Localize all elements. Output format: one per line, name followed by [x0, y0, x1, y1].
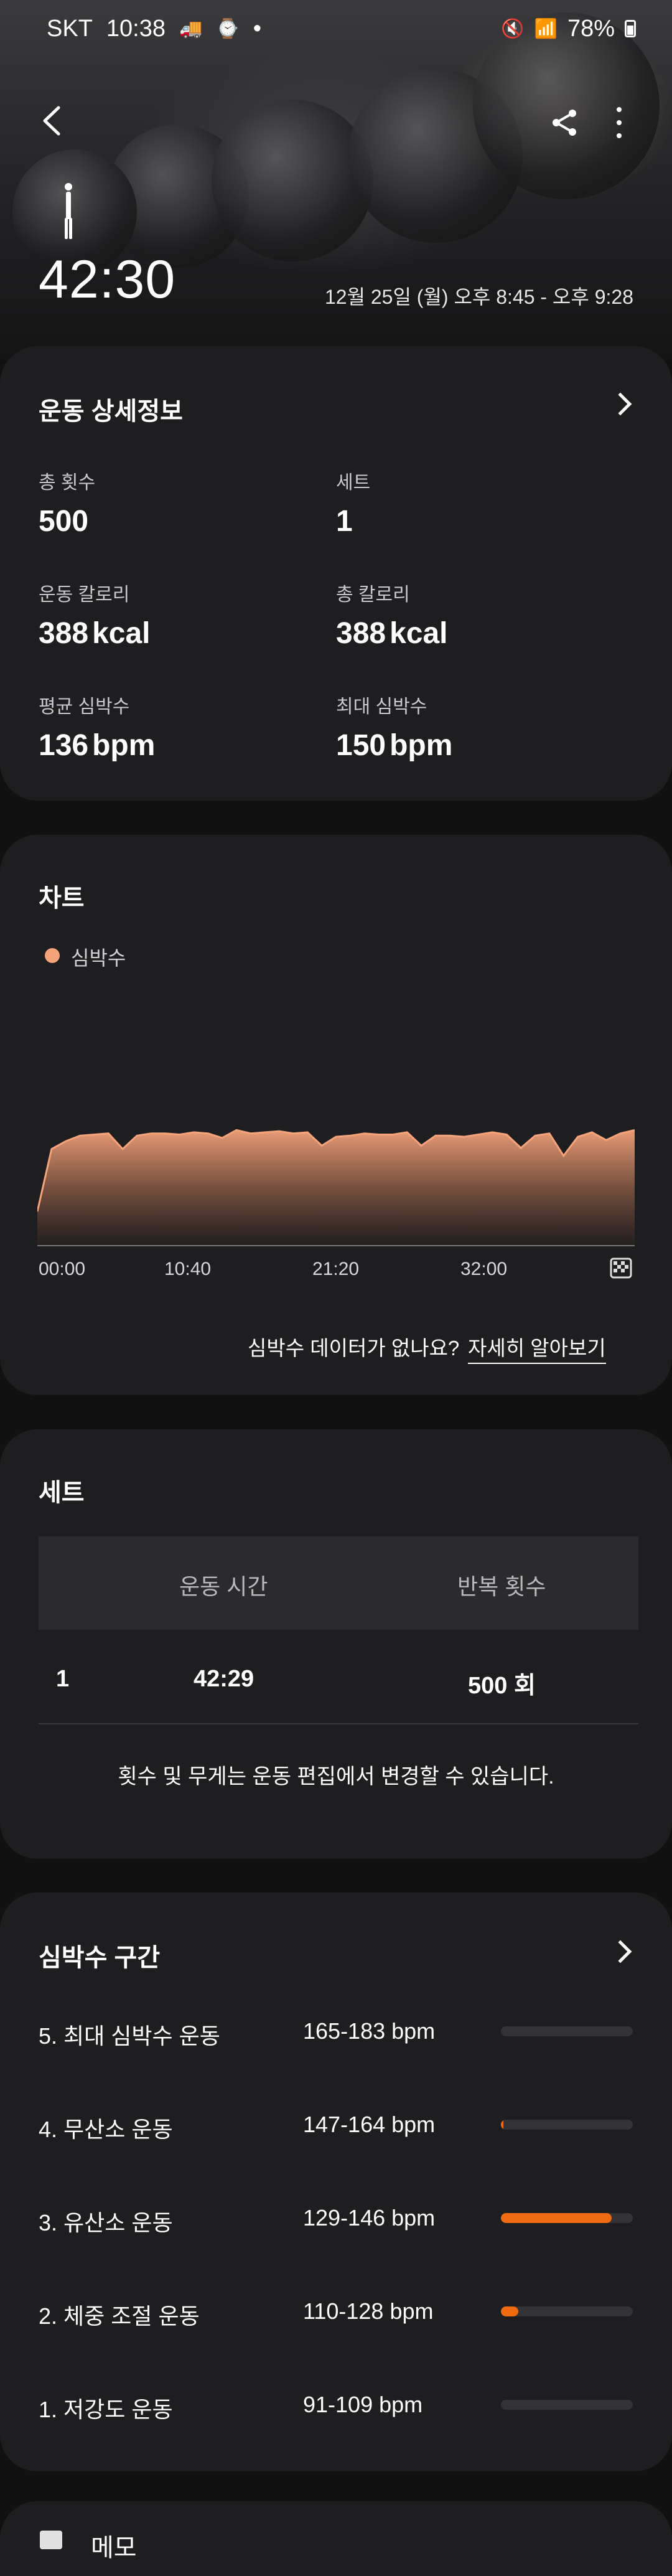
legend-swatch: [45, 948, 60, 963]
notification-dot: •: [253, 15, 262, 42]
metric-number: 388: [39, 617, 89, 650]
more-options-button[interactable]: [610, 107, 628, 138]
metric-workout-calories: 운동 칼로리 388 kcal: [39, 579, 151, 651]
heart-rate-chart[interactable]: [37, 1083, 635, 1253]
dumbbell-decor: [212, 100, 373, 261]
metric-label: 운동 칼로리: [39, 585, 130, 605]
metric-unit: kcal: [92, 617, 151, 650]
zone-bar: [501, 2306, 633, 2316]
back-button[interactable]: [37, 106, 67, 136]
signal-icon: 📶: [534, 18, 558, 39]
heart-rate-area: [37, 1130, 635, 1245]
metric-total-reps: 총 횟수 500: [39, 467, 95, 538]
zone-range: 110-128 bpm: [303, 2298, 434, 2324]
metric-label: 평균 심박수: [39, 697, 130, 717]
zone-name: 2. 체중 조절 운동: [39, 2303, 200, 2329]
details-title: 운동 상세정보: [39, 398, 183, 425]
zone-range: 165-183 bpm: [303, 2018, 436, 2044]
battery-percent: 78%: [567, 15, 615, 42]
hr-zones-title: 심박수 구간: [39, 1944, 161, 1972]
hr-zones-card: [0, 1892, 672, 2471]
metric-unit: kcal: [390, 617, 448, 650]
zone-bar-fill: [501, 2306, 518, 2316]
zone-bar: [501, 2026, 633, 2036]
metric-value: 1: [336, 504, 370, 538]
zone-range: 91-109 bpm: [303, 2392, 423, 2417]
set-time: 42:29: [194, 1666, 254, 1692]
exercise-figure-icon: [65, 183, 72, 239]
metric-value: 388 kcal: [39, 616, 151, 651]
metric-label: 총 칼로리: [336, 585, 410, 605]
metric-avg-heart-rate: 평균 심박수 136 bpm: [39, 691, 155, 763]
x-tick-label: 32:00: [460, 1259, 508, 1279]
metric-unit: bpm: [390, 729, 453, 762]
header-reps: 반복 횟수: [457, 1574, 546, 1599]
more-dot: [617, 107, 622, 112]
more-dot: [617, 120, 622, 125]
no-hr-data-text: 심박수 데이터가 없나요?: [248, 1337, 460, 1360]
sets-edit-note: 횟수 및 무게는 운동 편집에서 변경할 수 있습니다.: [118, 1765, 554, 1789]
metric-unit: bpm: [92, 729, 156, 762]
metric-value: 388 kcal: [336, 616, 448, 651]
more-dot: [617, 133, 622, 138]
status-bar: SKT 10:38 🚚 ⌚ • 🔇 📶 78%: [0, 0, 672, 57]
chart-title: 차트: [39, 885, 85, 912]
zone-name: 1. 저강도 운동: [39, 2397, 173, 2422]
learn-more-link[interactable]: 자세히 알아보기: [468, 1332, 606, 1364]
truck-icon: 🚚: [179, 18, 203, 39]
zone-range: 147-164 bpm: [303, 2112, 436, 2137]
metric-number: 1: [336, 505, 353, 538]
chevron-left-icon: [43, 106, 60, 136]
mute-icon: 🔇: [501, 18, 525, 39]
carrier-label: SKT: [47, 15, 93, 42]
metric-number: 388: [336, 617, 386, 650]
zone-bar: [501, 2120, 633, 2130]
metric-total-calories: 총 칼로리 388 kcal: [336, 579, 448, 651]
share-button[interactable]: [549, 107, 580, 138]
metric-value: 150 bpm: [336, 728, 452, 763]
x-tick-label: 21:20: [312, 1259, 360, 1279]
metric-number: 136: [39, 729, 89, 762]
metric-label: 세트: [336, 472, 371, 493]
metric-number: 150: [336, 729, 386, 762]
legend-label: 심박수: [71, 947, 126, 969]
metric-max-heart-rate: 최대 심박수 150 bpm: [336, 691, 452, 763]
battery-icon: [625, 20, 636, 37]
workout-date-range: 12월 25일 (월) 오후 8:45 - 오후 9:28: [324, 286, 633, 308]
zone-range: 129-146 bpm: [303, 2205, 436, 2230]
zone-bar: [501, 2400, 633, 2410]
workout-duration: 42:30: [39, 250, 176, 309]
metric-value: 500: [39, 504, 95, 538]
set-index: 1: [56, 1666, 70, 1692]
set-reps: 500 회: [468, 1673, 536, 1699]
metric-value: 136 bpm: [39, 728, 155, 763]
table-divider: [39, 1723, 638, 1724]
zone-name: 4. 무산소 운동: [39, 2117, 173, 2142]
header-time: 운동 시간: [179, 1574, 268, 1599]
metric-label: 최대 심박수: [336, 697, 427, 717]
memo-label: 메모: [91, 2534, 137, 2562]
watch-icon: ⌚: [216, 18, 240, 39]
x-tick-label: 00:00: [39, 1259, 86, 1279]
metric-sets: 세트 1: [336, 467, 370, 538]
memo-icon: [40, 2531, 62, 2549]
finish-flag-icon: [610, 1257, 632, 1279]
zone-name: 5. 최대 심박수 운동: [39, 2023, 220, 2049]
metric-number: 500: [39, 505, 89, 538]
metric-label: 총 횟수: [39, 472, 96, 493]
sets-title: 세트: [39, 1479, 85, 1507]
share-icon: [553, 110, 576, 136]
sets-table-header: 운동 시간 반복 횟수: [39, 1536, 638, 1630]
sets-card: [0, 1429, 672, 1859]
clock: 10:38: [106, 15, 166, 42]
heart-rate-series: [37, 1129, 635, 1245]
zone-bar: [501, 2213, 633, 2223]
x-tick-label: 10:40: [164, 1259, 212, 1279]
zone-bar-fill: [501, 2213, 612, 2223]
zone-name: 3. 유산소 운동: [39, 2210, 173, 2235]
